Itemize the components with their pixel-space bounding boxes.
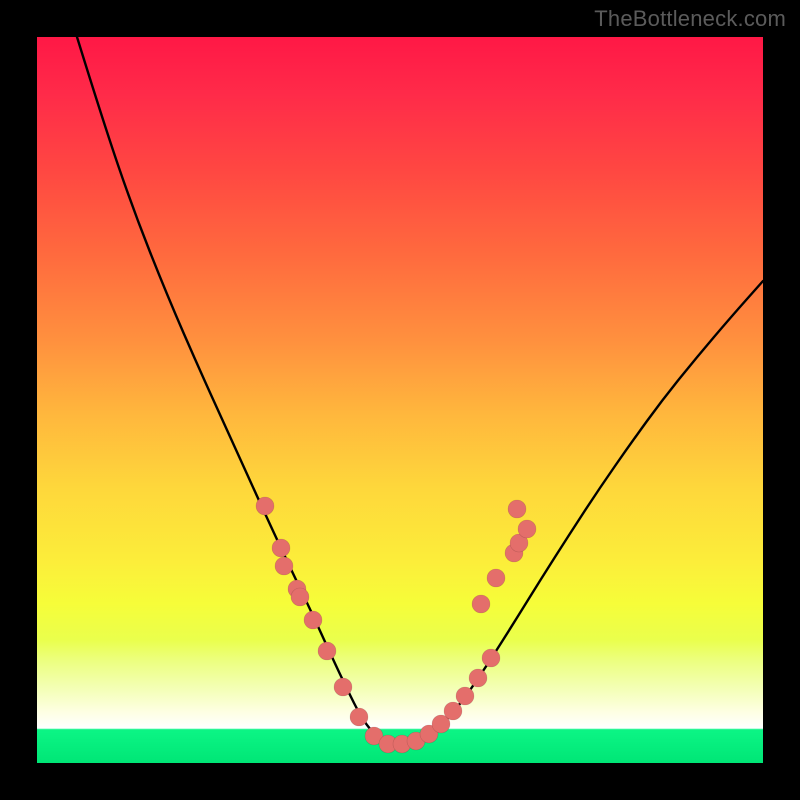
- curve-left: [77, 37, 395, 745]
- data-point: [518, 520, 536, 538]
- chart-svg: [37, 37, 763, 763]
- data-point: [482, 649, 500, 667]
- data-point: [487, 569, 505, 587]
- data-point: [304, 611, 322, 629]
- data-point: [256, 497, 274, 515]
- chart-frame: TheBottleneck.com: [0, 0, 800, 800]
- data-point: [472, 595, 490, 613]
- curve-right: [395, 281, 763, 745]
- scatter-points: [256, 497, 536, 753]
- watermark-text: TheBottleneck.com: [594, 6, 786, 32]
- data-point: [350, 708, 368, 726]
- data-point: [334, 678, 352, 696]
- data-point: [318, 642, 336, 660]
- data-point: [272, 539, 290, 557]
- data-point: [469, 669, 487, 687]
- data-point: [291, 588, 309, 606]
- plot-area: [37, 37, 763, 763]
- data-point: [275, 557, 293, 575]
- data-point: [444, 702, 462, 720]
- data-point: [508, 500, 526, 518]
- data-point: [456, 687, 474, 705]
